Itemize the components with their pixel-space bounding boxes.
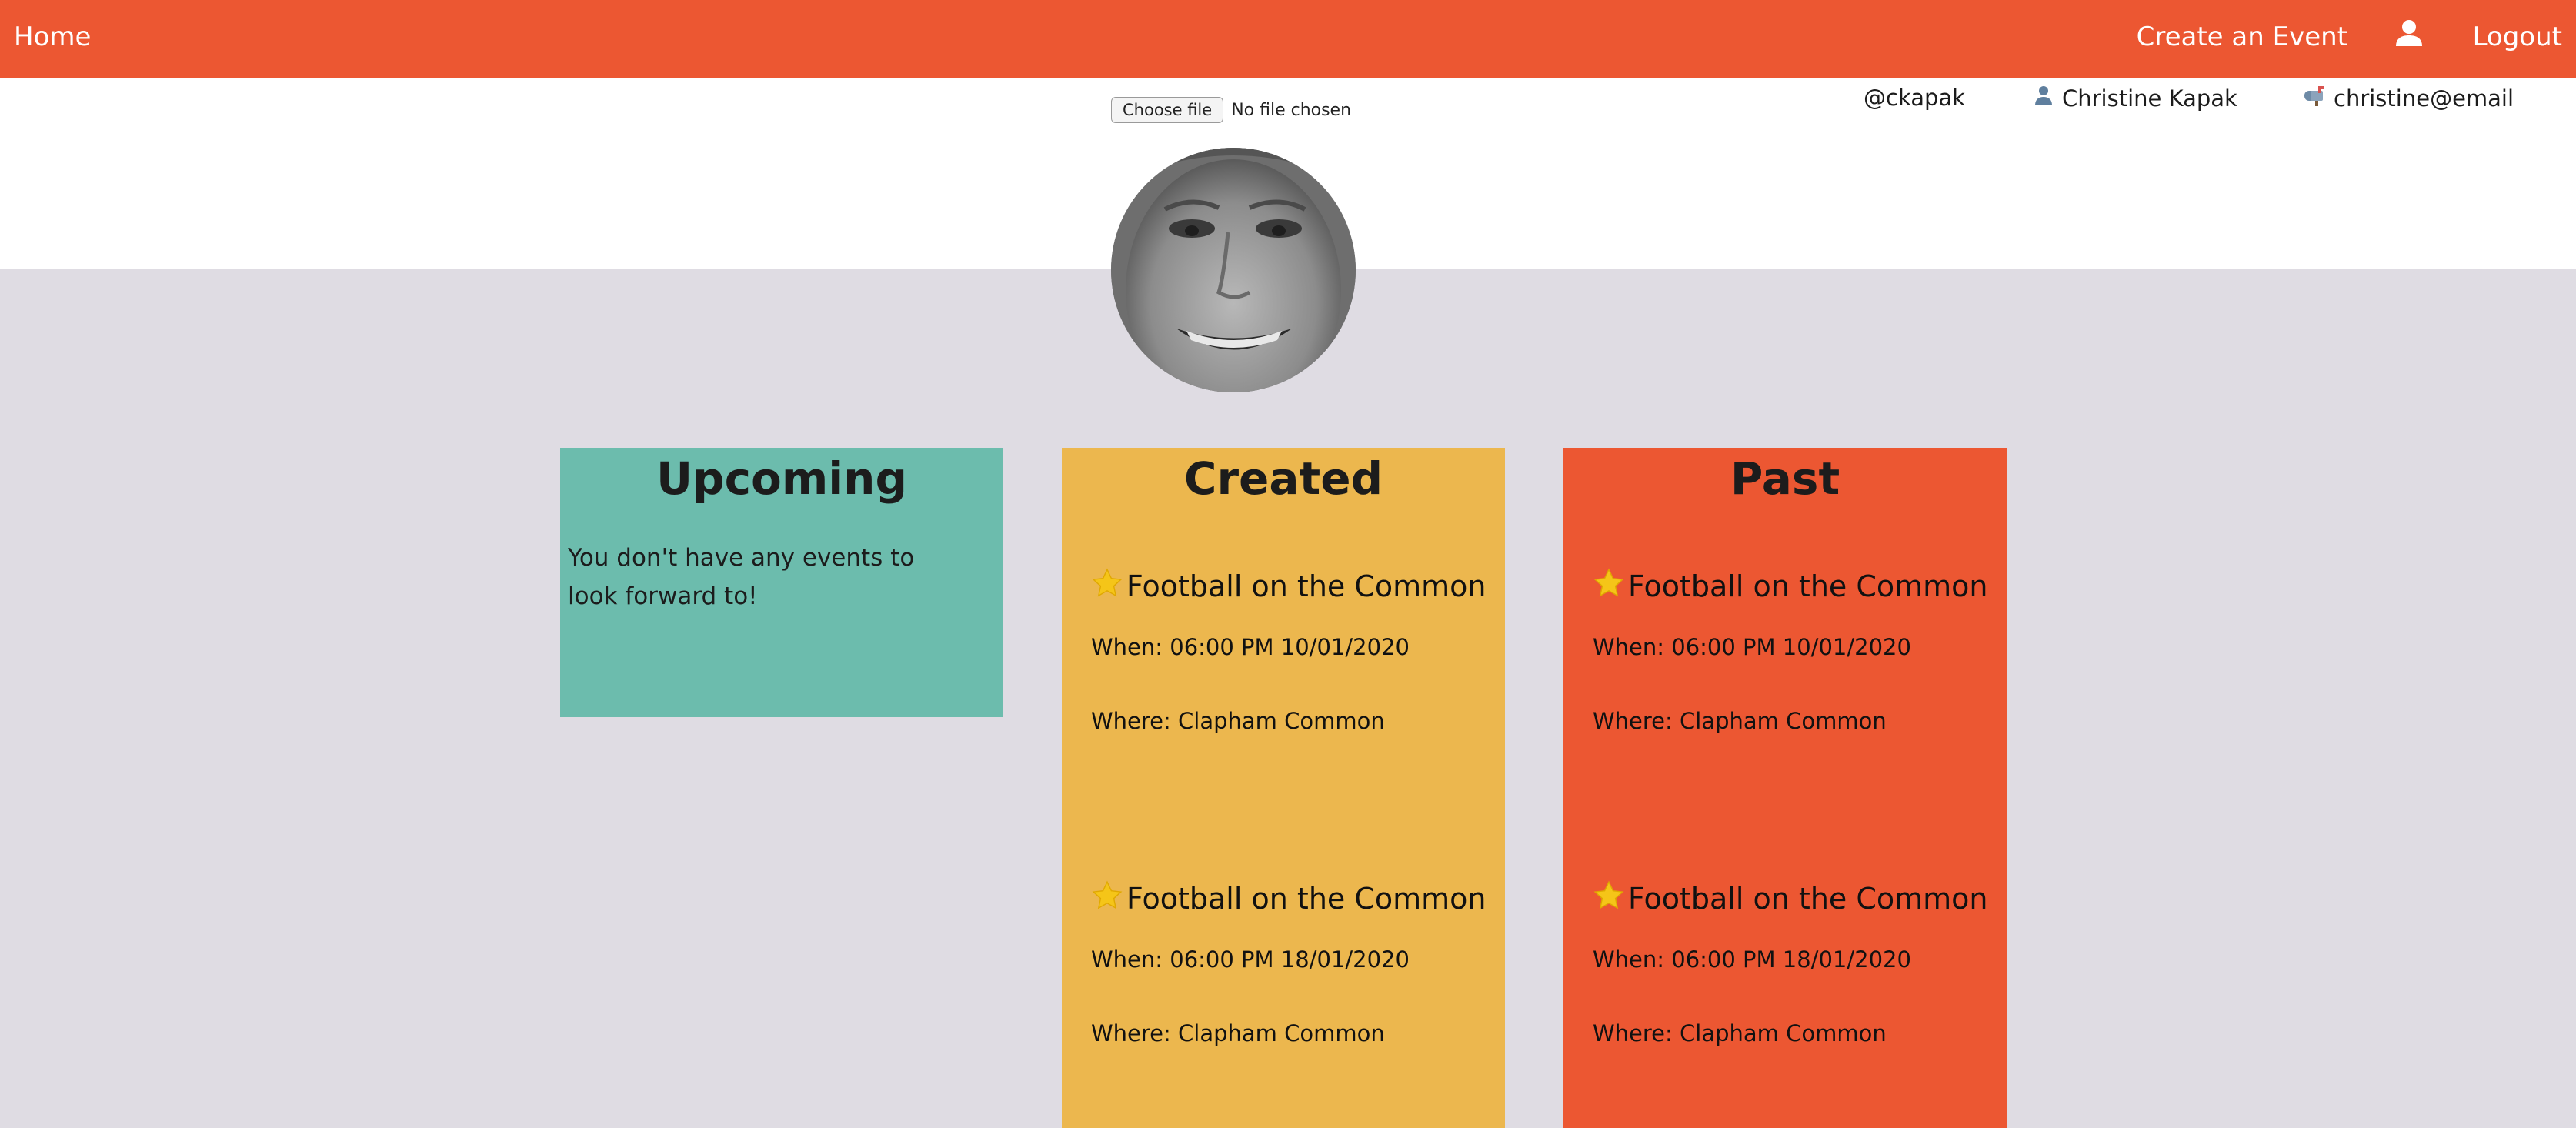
past-title: Past (1730, 452, 1840, 505)
past-column: Past Football on the Common When: 06:00 … (1563, 448, 2007, 1128)
event-where: Where: Clapham Common (1091, 1020, 1385, 1046)
user-icon[interactable] (2394, 18, 2424, 49)
event-title[interactable]: Football on the Common (1126, 569, 1487, 603)
event-title-row[interactable]: Football on the Common (1593, 563, 1993, 609)
event-when: When: 06:00 PM 10/01/2020 (1091, 634, 1410, 660)
event-card[interactable]: Football on the Common When: 06:00 PM 10… (1593, 563, 1993, 734)
email-text: christine@email (2334, 85, 2514, 112)
profile-username: @ckapak (1864, 85, 1965, 111)
profile-avatar (1111, 148, 1356, 392)
created-title: Created (1183, 452, 1383, 505)
event-card[interactable]: Football on the Common When: 06:00 PM 18… (1593, 876, 1993, 1046)
event-when: When: 06:00 PM 18/01/2020 (1091, 946, 1410, 973)
created-column: Created Football on the Common When: 06:… (1062, 448, 1505, 1128)
event-where: Where: Clapham Common (1593, 1020, 1887, 1046)
event-title[interactable]: Football on the Common (1628, 569, 1988, 603)
username-text: @ckapak (1864, 85, 1965, 111)
event-title[interactable]: Football on the Common (1628, 882, 1988, 916)
event-title-row[interactable]: Football on the Common (1091, 876, 1491, 922)
top-navbar: Home Create an Event Logout (0, 0, 2576, 78)
upcoming-title: Upcoming (656, 452, 907, 505)
star-icon (1593, 879, 1625, 919)
profile-email: christine@email (2303, 85, 2514, 112)
event-title-row[interactable]: Football on the Common (1091, 563, 1491, 609)
event-card[interactable]: Football on the Common When: 06:00 PM 18… (1091, 876, 1491, 1046)
event-where: Where: Clapham Common (1593, 708, 1887, 734)
create-event-link[interactable]: Create an Event (2137, 0, 2347, 78)
home-link[interactable]: Home (14, 0, 91, 78)
event-when: When: 06:00 PM 10/01/2020 (1593, 634, 1911, 660)
avatar-file-input[interactable]: Choose file No file chosen (1111, 97, 1351, 123)
star-icon (1091, 567, 1123, 606)
star-icon (1593, 567, 1625, 606)
event-when: When: 06:00 PM 18/01/2020 (1593, 946, 1911, 973)
profile-name: Christine Kapak (2033, 85, 2237, 112)
upcoming-empty-message: You don't have any events to look forwar… (568, 544, 915, 610)
person-icon (2033, 85, 2054, 112)
logout-link[interactable]: Logout (2473, 0, 2562, 78)
file-status-text: No file chosen (1231, 100, 1352, 120)
name-text: Christine Kapak (2062, 85, 2237, 112)
event-where: Where: Clapham Common (1091, 708, 1385, 734)
event-title-row[interactable]: Football on the Common (1593, 876, 1993, 922)
star-icon (1091, 879, 1123, 919)
choose-file-button[interactable]: Choose file (1111, 97, 1224, 123)
event-card[interactable]: Football on the Common When: 06:00 PM 10… (1091, 563, 1491, 734)
event-title[interactable]: Football on the Common (1126, 882, 1487, 916)
upcoming-column: Upcoming You don't have any events to lo… (560, 448, 1003, 717)
mailbox-icon (2303, 85, 2326, 112)
